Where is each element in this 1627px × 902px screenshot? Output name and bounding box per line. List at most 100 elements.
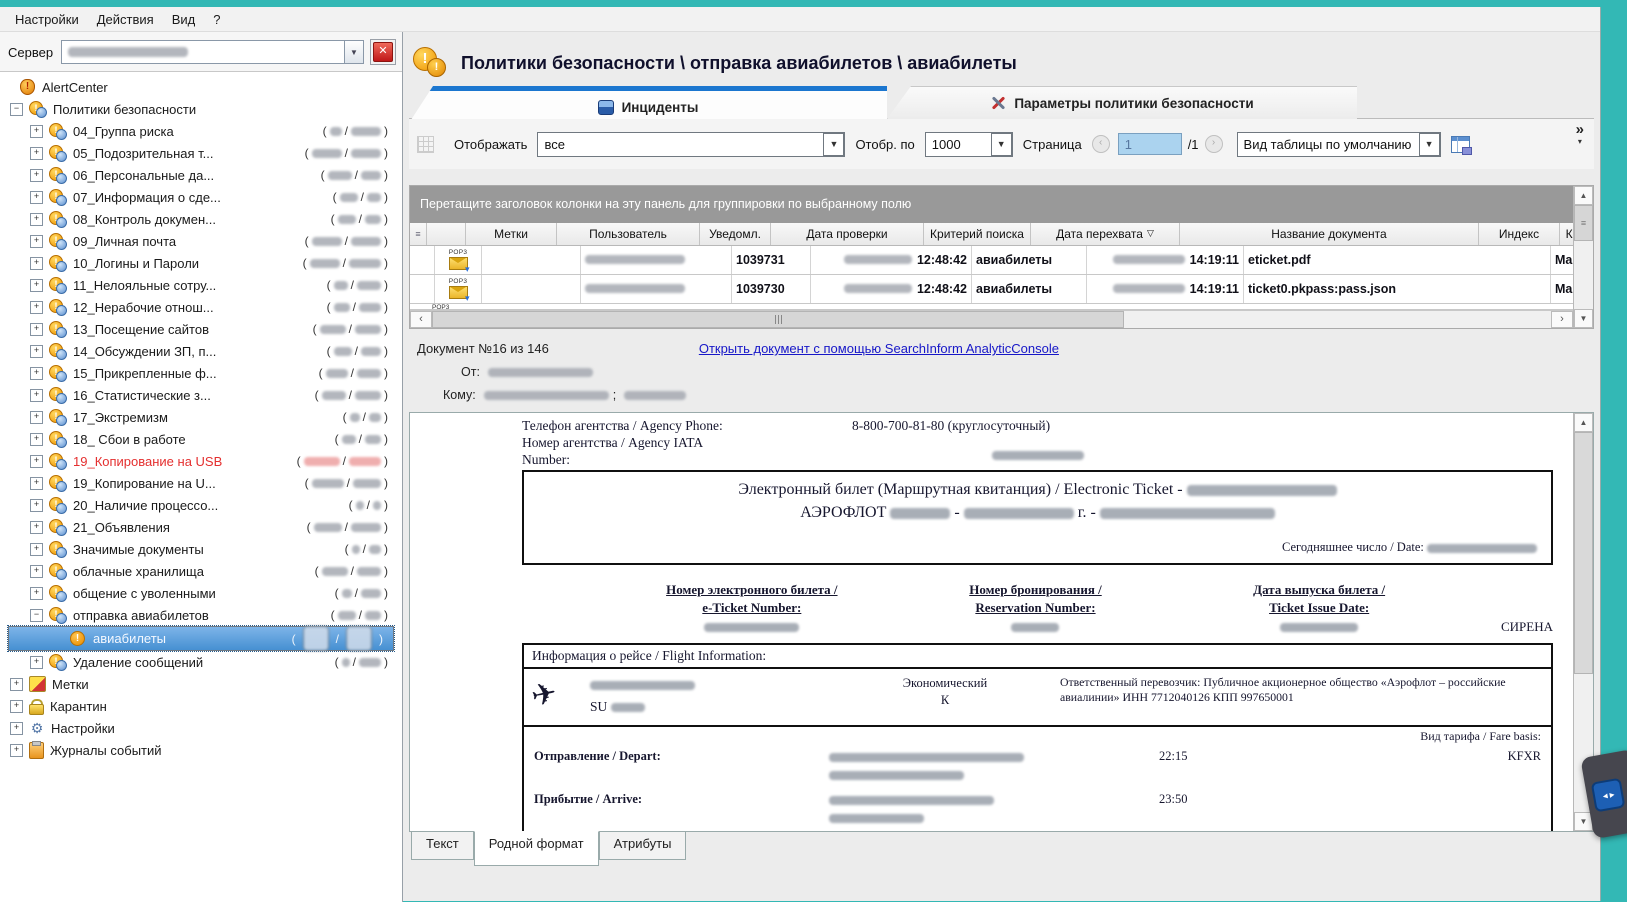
tree-item[interactable]: + Удаление сообщений ( / ): [4, 651, 398, 673]
tree-item[interactable]: + общение с уволенными ( / ): [4, 582, 398, 604]
tree-item[interactable]: +06_Персональные да... ( / ): [4, 164, 398, 186]
menu-item[interactable]: Настройки: [6, 10, 88, 29]
scroll-down-button[interactable]: ▼: [1574, 309, 1593, 328]
expand-toggle[interactable]: +: [30, 520, 43, 534]
column-header-Название документа[interactable]: Название документа: [1180, 222, 1479, 245]
toolbar-overflow-button[interactable]: » ▾: [1576, 122, 1584, 146]
tree-item[interactable]: + Значимые документы ( / ): [4, 538, 398, 560]
column-header-Критерий поиска[interactable]: Критерий поиска: [924, 222, 1031, 245]
next-page-button[interactable]: ›: [1204, 135, 1223, 153]
display-filter-select[interactable]: все ▼: [537, 131, 846, 157]
expand-toggle[interactable]: +: [30, 234, 43, 248]
expand-toggle[interactable]: +: [30, 344, 43, 358]
collapse-toggle[interactable]: −: [10, 102, 23, 116]
expand-toggle[interactable]: +: [30, 190, 43, 204]
expand-toggle[interactable]: +: [30, 212, 43, 226]
column-header-Пользователь[interactable]: Пользователь: [557, 222, 700, 245]
table-row[interactable]: POP3 103973112:48:42авиабилеты14:19:11eti…: [410, 245, 1573, 275]
column-header-Уведомл.[interactable]: Уведомл.: [700, 222, 771, 245]
column-header-Дата проверки[interactable]: Дата проверки: [771, 222, 924, 245]
tab-policy-parameters[interactable]: Параметры политики безопасности: [887, 86, 1357, 119]
column-header-Индекс[interactable]: Индекс: [1479, 222, 1560, 245]
menu-item[interactable]: Действия: [88, 10, 163, 29]
expand-toggle[interactable]: +: [30, 124, 43, 138]
expand-toggle[interactable]: +: [30, 498, 43, 512]
column-header-Дата перехвата[interactable]: Дата перехвата ▽: [1031, 222, 1180, 245]
column-header-Метки[interactable]: Метки: [466, 222, 557, 245]
expand-toggle[interactable]: +: [10, 699, 23, 713]
tree-item[interactable]: +12_Нерабочие отнош... ( / ): [4, 296, 398, 318]
expand-toggle[interactable]: +: [30, 388, 43, 402]
open-in-analyticconsole-link[interactable]: Открыть документ с помощью SearchInform …: [699, 341, 1059, 356]
tree-item[interactable]: авиабилеты ( / ): [7, 625, 395, 652]
prev-page-button[interactable]: ‹: [1091, 135, 1110, 153]
tree-item[interactable]: +09_Личная почта ( / ): [4, 230, 398, 252]
tree-item[interactable]: +19_Копирование на USB ( / ): [4, 450, 398, 472]
tree-item[interactable]: +11_Нелояльные сотру... ( / ): [4, 274, 398, 296]
tree-item[interactable]: +21_Объявления ( / ): [4, 516, 398, 538]
tree-item-policies[interactable]: − Политики безопасности: [4, 98, 398, 120]
tree-item[interactable]: +17_Экстремизм ( / ): [4, 406, 398, 428]
expand-toggle[interactable]: +: [30, 168, 43, 182]
tree-item[interactable]: +14_Обсуждении ЗП, п... ( / ): [4, 340, 398, 362]
tree-item[interactable]: +07_Информация о сде... ( / ): [4, 186, 398, 208]
column-header-icon[interactable]: [427, 222, 466, 245]
viewer-tab-active[interactable]: Родной формат: [473, 831, 599, 866]
grid-settings-icon[interactable]: [417, 135, 434, 153]
tree-item[interactable]: +13_Посещение сайтов ( / ): [4, 318, 398, 340]
scroll-up-button[interactable]: ▲: [1574, 186, 1593, 205]
tree-item[interactable]: +16_Статистические з... ( / ): [4, 384, 398, 406]
chevron-down-icon[interactable]: ▼: [345, 40, 364, 64]
tree-item[interactable]: +20_Наличие процессо... ( / ): [4, 494, 398, 516]
tree-item-alertcenter[interactable]: AlertCenter: [4, 76, 398, 98]
expand-toggle[interactable]: +: [30, 322, 43, 336]
viewer-tab-inactive[interactable]: Атрибуты: [598, 832, 687, 860]
expand-toggle[interactable]: +: [30, 146, 43, 160]
per-page-select[interactable]: 1000 ▼: [924, 131, 1013, 157]
vertical-scrollbar[interactable]: ▲ ≡ ▼: [1573, 186, 1593, 328]
expand-toggle[interactable]: +: [30, 476, 43, 490]
tree-item-event-journal[interactable]: + Журналы событий: [4, 739, 398, 761]
menu-item[interactable]: ?: [204, 10, 229, 29]
expand-toggle[interactable]: +: [10, 721, 23, 735]
scroll-right-button[interactable]: ›: [1551, 310, 1573, 328]
expand-toggle[interactable]: −: [30, 608, 43, 622]
tree-item[interactable]: +05_Подозрительная т... ( / ): [4, 142, 398, 164]
tree-item[interactable]: +19_Копирование на U... ( / ): [4, 472, 398, 494]
tree-item[interactable]: +15_Прикрепленные ф... ( / ): [4, 362, 398, 384]
group-by-panel[interactable]: Перетащите заголовок колонки на эту пане…: [410, 186, 1573, 223]
scrollbar-thumb[interactable]: ≡: [1574, 205, 1593, 241]
server-combobox[interactable]: [61, 40, 345, 64]
scroll-up-button[interactable]: ▲: [1574, 413, 1593, 432]
column-header-Компь[interactable]: Компь: [1560, 223, 1573, 245]
scrollbar-thumb[interactable]: [1574, 432, 1593, 674]
expand-toggle[interactable]: +: [30, 366, 43, 380]
expand-toggle[interactable]: +: [30, 410, 43, 424]
expand-toggle[interactable]: +: [30, 278, 43, 292]
tree-item-quarantine[interactable]: + Карантин: [4, 695, 398, 717]
expand-toggle[interactable]: +: [30, 454, 43, 468]
tree-item[interactable]: +10_Логины и Пароли ( / ): [4, 252, 398, 274]
tree-item[interactable]: − отправка авиабилетов ( / ): [4, 604, 398, 626]
table-row[interactable]: POP3 103973012:48:42авиабилеты14:19:11tic…: [410, 274, 1573, 304]
expand-toggle[interactable]: +: [30, 432, 43, 446]
page-number-input[interactable]: 1: [1117, 133, 1182, 155]
column-header-icon[interactable]: [410, 222, 427, 245]
expand-toggle[interactable]: +: [30, 256, 43, 270]
tree-item-tags[interactable]: + Метки: [4, 673, 398, 695]
expand-toggle[interactable]: +: [10, 677, 23, 691]
expand-toggle[interactable]: +: [10, 743, 23, 757]
menu-item[interactable]: Вид: [163, 10, 205, 29]
tree-item-settings[interactable]: + ⚙ Настройки: [4, 717, 398, 739]
disconnect-button[interactable]: ✕: [370, 39, 396, 65]
save-table-view-icon[interactable]: [1450, 135, 1472, 155]
expand-toggle[interactable]: +: [30, 586, 43, 600]
viewer-tab-inactive[interactable]: Текст: [411, 832, 474, 860]
tree-item[interactable]: +18_ Сбои в работе ( / ): [4, 428, 398, 450]
table-view-select[interactable]: Вид таблицы по умолчанию ▼: [1236, 131, 1441, 157]
expand-toggle[interactable]: +: [30, 564, 43, 578]
scrollbar-thumb[interactable]: [432, 310, 1124, 328]
tab-incidents[interactable]: Инциденты: [409, 86, 887, 123]
horizontal-scrollbar[interactable]: ‹ ›: [410, 309, 1573, 328]
expand-toggle[interactable]: +: [30, 300, 43, 314]
